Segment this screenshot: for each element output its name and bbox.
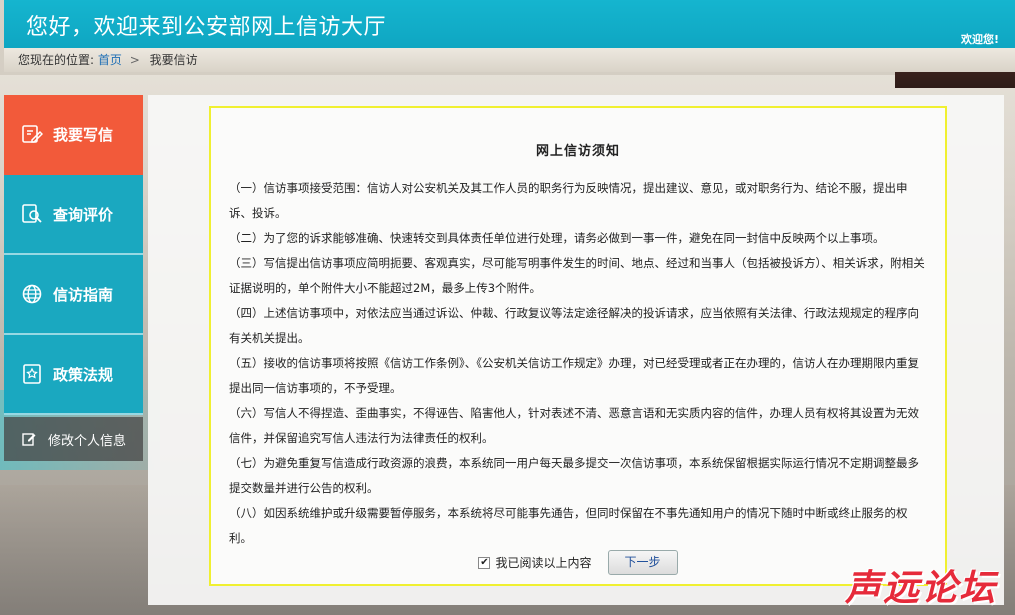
breadcrumb-separator: > xyxy=(129,53,140,67)
notice-item: （五）接收的信访事项将按照《信访工作条例》、《公安机关信访工作规定》办理，对已经… xyxy=(229,356,919,395)
agree-checkbox[interactable]: ✔ xyxy=(478,556,491,569)
edit-icon xyxy=(22,432,36,446)
notice-item: （二）为了您的诉求能够准确、快速转交到具体责任单位进行处理，请务必做到一事一件，… xyxy=(229,231,885,245)
sidebar-item-policy[interactable]: 政策法规 xyxy=(4,335,143,415)
agree-row: ✔ 我已阅读以上内容 下一步 xyxy=(211,550,945,575)
sidebar: 我要写信 查询评价 信访指南 政策法规 修改个人信息 xyxy=(4,95,143,461)
sidebar-item-label: 查询评价 xyxy=(53,205,114,224)
watermark-logo: 声远论坛 xyxy=(844,568,997,609)
breadcrumb-home-link[interactable]: 首页 xyxy=(98,53,122,67)
main-panel: 网上信访须知 （一）信访事项接受范围：信访人对公安机关及其工作人员的职务行为反映… xyxy=(148,95,1004,605)
sidebar-item-label: 政策法规 xyxy=(53,365,114,384)
page-header: 您好，欢迎来到公安部网上信访大厅 欢迎您! xyxy=(4,0,1015,48)
notice-item: （四）上述信访事项中，对依法应当通过诉讼、仲裁、行政复议等法定途径解决的投诉请求… xyxy=(229,306,919,345)
sidebar-item-profile[interactable]: 修改个人信息 xyxy=(4,417,143,461)
breadcrumb-current: 我要信访 xyxy=(149,53,198,67)
notice-item: （七）为避免重复写信造成行政资源的浪费，本系统同一用户每天最多提交一次信访事项，… xyxy=(229,456,919,495)
search-doc-icon xyxy=(21,203,43,225)
globe-icon xyxy=(21,283,43,305)
breadcrumb: 您现在的位置: 首页 > 我要信访 xyxy=(4,48,1015,72)
notice-items: （一）信访事项接受范围：信访人对公安机关及其工作人员的职务行为反映情况，提出建议… xyxy=(211,176,945,551)
sidebar-item-query[interactable]: 查询评价 xyxy=(4,175,143,255)
page-title: 您好，欢迎来到公安部网上信访大厅 xyxy=(26,15,387,40)
notice-title: 网上信访须知 xyxy=(535,144,620,159)
sidebar-item-label: 我要写信 xyxy=(53,125,114,144)
notice-box: 网上信访须知 （一）信访事项接受范围：信访人对公安机关及其工作人员的职务行为反映… xyxy=(209,106,947,586)
notice-item: （三）写信提出信访事项应简明扼要、客观真实，尽可能写明事件发生的时间、地点、经过… xyxy=(229,256,925,295)
notice-item: （六）写信人不得捏造、歪曲事实，不得诬告、陷害他人，针对表述不清、恶意言语和无实… xyxy=(229,406,919,445)
sidebar-item-guide[interactable]: 信访指南 xyxy=(4,255,143,335)
notice-item: （八）如因系统维护或升级需要暂停服务，本系统将尽可能事先通告，但同时保留在不事先… xyxy=(229,506,908,545)
sidebar-item-label: 修改个人信息 xyxy=(48,433,127,449)
next-button[interactable]: 下一步 xyxy=(607,550,678,575)
sidebar-item-write[interactable]: 我要写信 xyxy=(4,95,143,175)
sidebar-item-label: 信访指南 xyxy=(53,285,114,304)
write-icon xyxy=(21,123,43,145)
notice-item: （一）信访事项接受范围：信访人对公安机关及其工作人员的职务行为反映情况，提出建议… xyxy=(229,181,908,220)
welcome-text: 欢迎您! xyxy=(960,33,999,46)
agree-label: 我已阅读以上内容 xyxy=(495,556,592,570)
breadcrumb-prefix: 您现在的位置: xyxy=(18,53,95,67)
law-book-icon xyxy=(21,363,43,385)
